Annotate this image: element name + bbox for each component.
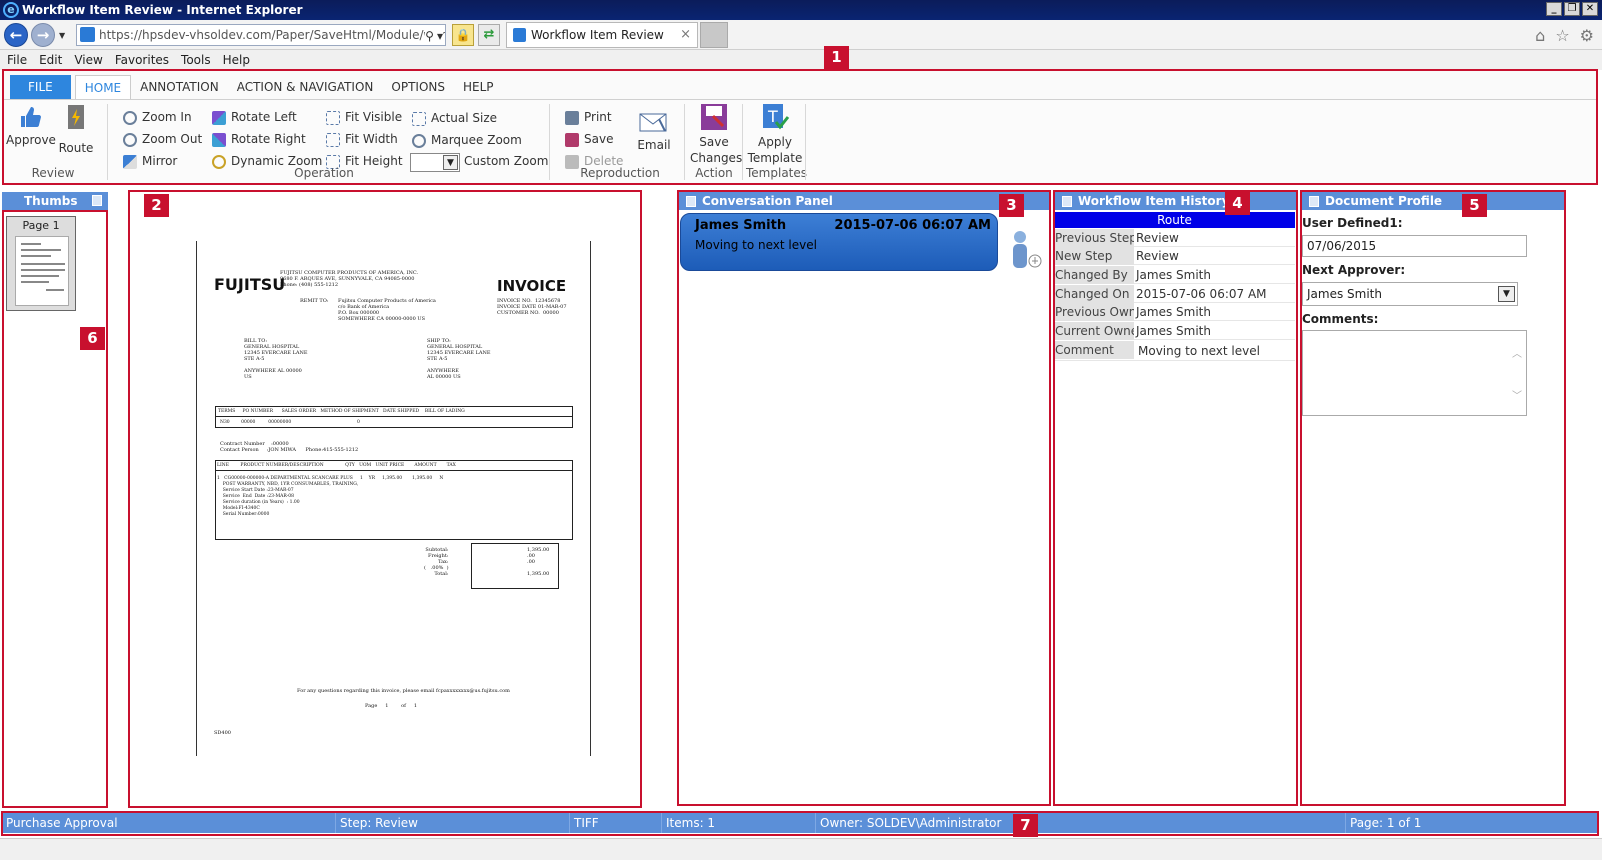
- browser-nav-bar: ← → ▼ https://hpsdev-vhsoldev.com/Paper/…: [0, 20, 1602, 50]
- highlight-region-ribbon: [2, 69, 1598, 185]
- region-badge: 6: [80, 327, 105, 350]
- region-badge: 7: [1013, 814, 1038, 837]
- lock-icon[interactable]: 🔒: [452, 24, 474, 46]
- window-title: Workflow Item Review - Internet Explorer: [22, 3, 303, 17]
- highlight-region-conversation: [677, 190, 1051, 806]
- region-badge: 5: [1462, 194, 1487, 217]
- thumbs-header: Thumbs: [2, 192, 108, 210]
- menu-tools[interactable]: Tools: [174, 50, 216, 67]
- highlight-region-thumbs: [2, 210, 108, 808]
- ie-logo-icon: e: [3, 2, 19, 18]
- search-icon[interactable]: ⚲: [425, 26, 434, 45]
- menu-bar: File Edit View Favorites Tools Help: [0, 50, 1602, 70]
- home-icon[interactable]: ⌂: [1535, 26, 1545, 45]
- refresh-icon[interactable]: ⇄: [478, 24, 500, 46]
- forward-button[interactable]: →: [31, 23, 55, 47]
- highlight-region-profile: [1300, 190, 1566, 806]
- tab-close-icon[interactable]: ×: [680, 23, 691, 47]
- settings-gear-icon[interactable]: ⚙: [1580, 26, 1594, 45]
- browser-bottom-strip: [0, 838, 1602, 860]
- region-badge: 4: [1225, 192, 1250, 215]
- highlight-region-viewer: [128, 190, 642, 808]
- pin-icon[interactable]: [92, 195, 102, 206]
- address-dropdown-icon[interactable]: ▾: [437, 26, 443, 45]
- highlight-region-status: [1, 811, 1599, 836]
- page-icon: [80, 27, 95, 42]
- region-badge: 3: [999, 194, 1024, 217]
- menu-view[interactable]: View: [67, 50, 107, 67]
- highlight-region-history: [1053, 190, 1298, 806]
- menu-favorites[interactable]: Favorites: [108, 50, 174, 67]
- restore-icon[interactable]: ❐: [1564, 2, 1580, 16]
- address-text: https://hpsdev-vhsoldev.com/Paper/SaveHt…: [99, 28, 446, 42]
- region-badge: 1: [824, 46, 849, 69]
- tab-title: Workflow Item Review: [531, 28, 664, 42]
- close-window-icon[interactable]: ✕: [1582, 2, 1598, 16]
- minimize-icon[interactable]: _: [1546, 2, 1562, 16]
- back-button[interactable]: ←: [4, 23, 28, 47]
- menu-file[interactable]: File: [0, 50, 32, 67]
- window-title-bar: e Workflow Item Review - Internet Explor…: [0, 0, 1602, 20]
- history-dropdown-icon[interactable]: ▼: [59, 31, 65, 40]
- tab-page-icon: [513, 28, 526, 42]
- favorites-star-icon[interactable]: ☆: [1555, 26, 1569, 45]
- browser-tab[interactable]: Workflow Item Review ×: [506, 22, 698, 48]
- thumbs-title: Thumbs: [24, 194, 78, 208]
- new-tab-button[interactable]: [700, 22, 728, 48]
- address-bar[interactable]: https://hpsdev-vhsoldev.com/Paper/SaveHt…: [76, 24, 446, 46]
- menu-edit[interactable]: Edit: [32, 50, 67, 67]
- menu-help[interactable]: Help: [216, 50, 255, 67]
- region-badge: 2: [144, 194, 169, 217]
